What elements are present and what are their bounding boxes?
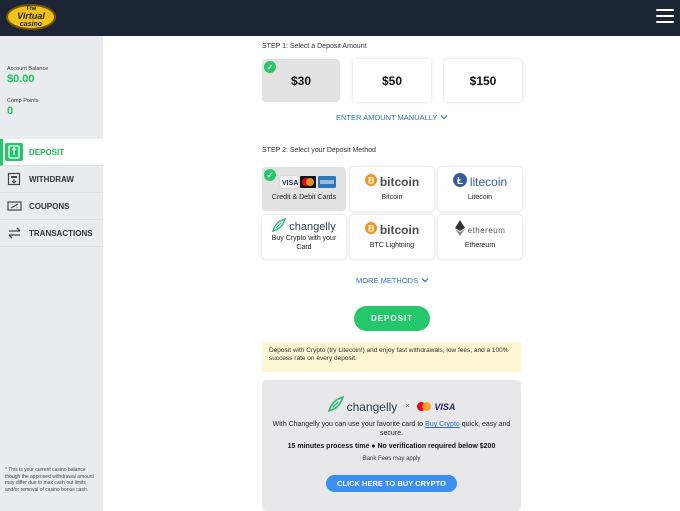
main-content: STEP 1: Select a Deposit Amount ✓ $30 $5… (103, 36, 680, 511)
sidebar-item-deposit[interactable]: DEPOSIT (0, 139, 103, 166)
balance-disclaimer: * This is your current casino balance th… (5, 467, 94, 493)
buy-crypto-link[interactable]: Buy Crypto (425, 421, 460, 428)
changelly-icon (327, 395, 344, 417)
amount-option-50[interactable]: $50 (353, 59, 431, 102)
litecoin-logo: Ł litecoin (438, 172, 522, 192)
method-credit-debit-cards[interactable]: ✓ VISA Credit & Debit Cards (262, 167, 346, 211)
buy-crypto-highlights: 15 minutes process time ● No verificatio… (287, 443, 496, 450)
logo-text-casino: casino (19, 21, 43, 28)
bank-fees-note: Bank Fees may apply (362, 456, 421, 462)
withdraw-icon (5, 170, 23, 188)
buy-crypto-brand-row: changelly × VISA (262, 395, 521, 417)
sidebar-nav: DEPOSIT WITHDRAW COUPONS TRANSACTIONS (0, 139, 103, 247)
step1-title: STEP 1: Select a Deposit Amount (262, 43, 367, 50)
buy-crypto-description: With Changelly you can use your favorite… (272, 420, 511, 438)
sidebar: Account Balance $0.00 Comp Points 0 DEPO… (0, 36, 103, 511)
coupon-icon (5, 197, 23, 215)
method-ethereum[interactable]: ethereum Ethereum (438, 215, 522, 259)
bitcoin-wordmark: bitcoin (379, 223, 420, 237)
menu-bar-3 (656, 21, 674, 23)
amount-label: $150 (469, 73, 497, 88)
method-name: Litecoin (467, 194, 493, 201)
comp-points-label: Comp Points (7, 98, 39, 104)
menu-bar-1 (656, 9, 674, 11)
ethereum-icon (454, 219, 465, 241)
enter-amount-manually-link[interactable]: ENTER AMOUNT MANUALLY (336, 113, 448, 122)
bitcoin-icon: B (364, 173, 377, 191)
changelly-logo: changelly (327, 395, 398, 417)
comp-points-value: 0 (7, 105, 14, 117)
card-logos: VISA (417, 398, 455, 416)
method-name: Credit & Debit Cards (271, 194, 337, 201)
method-buy-crypto-changelly[interactable]: changelly Buy Crypto with your Card (262, 215, 346, 259)
sidebar-item-label: TRANSACTIONS (29, 228, 93, 238)
sidebar-item-label: DEPOSIT (29, 147, 65, 157)
method-name: Buy Crypto with your Card (271, 235, 337, 251)
svg-text:Ł: Ł (457, 176, 463, 187)
sidebar-item-withdraw[interactable]: WITHDRAW (0, 166, 103, 193)
sidebar-item-label: WITHDRAW (29, 174, 74, 184)
changelly-wordmark: changelly (289, 221, 336, 233)
svg-text:B: B (368, 176, 375, 186)
crypto-promo-banner: Deposit with Crypto (try Litecoin!) and … (262, 342, 521, 372)
ethereum-wordmark: ethereum (467, 225, 506, 235)
method-name: BTC Lightning (369, 242, 415, 249)
changelly-logo: changelly (262, 217, 346, 237)
virtual-casino-logo[interactable]: The Virtual casino (6, 4, 56, 30)
litecoin-wordmark: litecoin (469, 175, 508, 189)
hamburger-menu-icon[interactable] (656, 9, 674, 25)
amount-label: $30 (290, 73, 312, 88)
bitcoin-wordmark: bitcoin (379, 175, 420, 189)
svg-text:B: B (368, 224, 375, 234)
method-name: Bitcoin (381, 194, 403, 201)
buy-crypto-text-before: With Changelly you can use your favorite… (272, 421, 426, 428)
menu-bar-2 (656, 15, 674, 17)
account-balance-value: $0.00 (7, 73, 35, 85)
sidebar-item-transactions[interactable]: TRANSACTIONS (0, 220, 103, 247)
buy-crypto-button[interactable]: CLICK HERE TO BUY CRYPTO (326, 475, 457, 492)
selected-check-icon: ✓ (264, 61, 276, 73)
bitcoin-lightning-icon: B (364, 221, 377, 239)
method-name: Ethereum (464, 242, 496, 249)
step2-title: STEP 2: Select your Deposit Method (262, 147, 376, 154)
method-bitcoin[interactable]: B bitcoin Bitcoin (350, 167, 434, 211)
times-separator: × (405, 403, 410, 410)
ethereum-logo: ethereum (438, 219, 522, 241)
deposit-icon (5, 143, 23, 161)
cards-logo: VISA (262, 173, 346, 191)
more-methods-label: MORE METHODS (356, 276, 419, 285)
transactions-icon (5, 224, 23, 242)
chevron-down-icon (421, 276, 429, 285)
method-btc-lightning[interactable]: B bitcoin BTC Lightning (350, 215, 434, 259)
deposit-button[interactable]: DEPOSIT (354, 306, 430, 331)
changelly-icon (272, 217, 287, 237)
sidebar-item-label: COUPONS (29, 201, 70, 211)
amount-option-150[interactable]: $150 (444, 59, 522, 102)
mastercard-icon (417, 398, 432, 416)
chevron-down-icon (440, 113, 448, 122)
bitcoin-logo: B bitcoin (350, 173, 434, 191)
changelly-wordmark: changelly (346, 399, 398, 414)
logo-text-virtual: Virtual (17, 11, 45, 21)
amount-option-30[interactable]: ✓ $30 (262, 59, 340, 102)
top-bar: The Virtual casino (0, 0, 680, 36)
more-methods-link[interactable]: MORE METHODS (356, 276, 429, 285)
method-litecoin[interactable]: Ł litecoin Litecoin (438, 167, 522, 211)
visa-logo: VISA (434, 401, 456, 412)
buy-crypto-panel: changelly × VISA With Changelly you can … (262, 380, 521, 511)
amount-label: $50 (381, 73, 403, 88)
litecoin-icon: Ł (452, 172, 467, 192)
svg-text:VISA: VISA (282, 180, 298, 187)
enter-amount-manually-label: ENTER AMOUNT MANUALLY (336, 113, 438, 122)
account-balance-label: Account Balance (7, 66, 49, 72)
sidebar-item-coupons[interactable]: COUPONS (0, 193, 103, 220)
bitcoin-lightning-logo: B bitcoin (350, 221, 434, 239)
